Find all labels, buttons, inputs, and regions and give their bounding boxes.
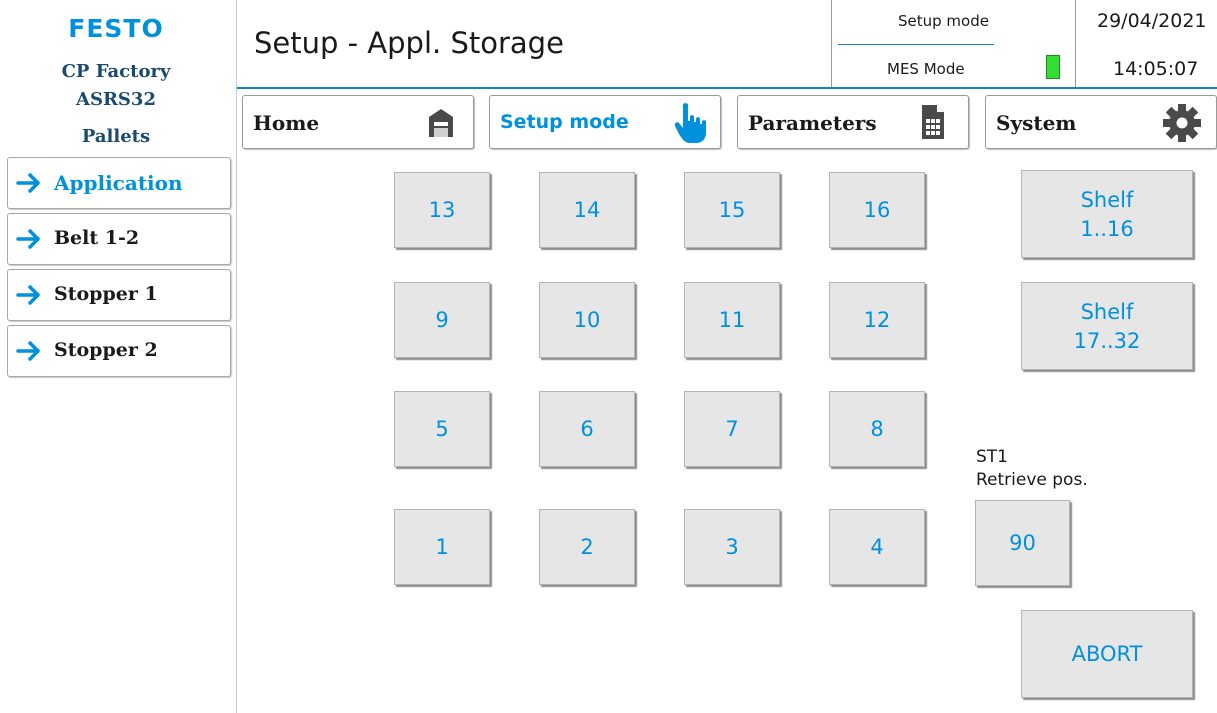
arrow-right-icon (16, 341, 40, 361)
position-button-15[interactable]: 15 (684, 172, 780, 248)
shelf-1-16-button[interactable]: Shelf 1..16 (1021, 170, 1193, 258)
position-button-1[interactable]: 1 (394, 509, 490, 585)
shelf-button-range: 17..32 (1073, 329, 1141, 353)
sidebar-item-stopper-2[interactable]: Stopper 2 (7, 325, 231, 377)
station-label: ST1 (976, 447, 1008, 467)
header-mode-divider (838, 44, 994, 45)
brand-panel: FESTO CP Factory ASRS32 Pallets (0, 0, 232, 150)
position-button-12[interactable]: 12 (829, 282, 925, 358)
shelf-button-range: 1..16 (1080, 217, 1134, 241)
position-button-6[interactable]: 6 (539, 391, 635, 467)
tab-label: Parameters (748, 111, 877, 135)
station-model: ASRS32 (76, 89, 156, 110)
position-button-16[interactable]: 16 (829, 172, 925, 248)
tab-setup-mode[interactable]: Setup mode (489, 95, 721, 149)
position-button-10[interactable]: 10 (539, 282, 635, 358)
abort-button[interactable]: ABORT (1021, 610, 1193, 698)
position-button-3[interactable]: 3 (684, 509, 780, 585)
header-underline (237, 87, 1217, 89)
position-button-8[interactable]: 8 (829, 391, 925, 467)
hand-pointer-icon (674, 103, 706, 143)
sidebar-item-stopper-1[interactable]: Stopper 1 (7, 269, 231, 321)
position-button-9[interactable]: 9 (394, 282, 490, 358)
arrow-right-icon (16, 229, 40, 249)
sidebar-item-belt-1-2[interactable]: Belt 1-2 (7, 213, 231, 265)
tab-label: System (996, 111, 1077, 135)
shelf-button-label: Shelf (1080, 300, 1134, 324)
tab-label: Home (253, 111, 320, 135)
festo-logo: FESTO (68, 14, 164, 43)
mes-status-indicator (1046, 55, 1060, 79)
arrow-right-icon (16, 285, 40, 305)
sidebar-item-label: Belt 1-2 (54, 227, 140, 249)
date-display: 29/04/2021 (1097, 10, 1207, 32)
document-icon (922, 105, 944, 139)
sidebar-item-label: Stopper 1 (54, 283, 158, 305)
position-button-4[interactable]: 4 (829, 509, 925, 585)
tab-label: Setup mode (500, 111, 629, 133)
station-name: CP Factory (61, 61, 171, 82)
sidebar-item-label: Application (54, 171, 183, 195)
tab-system[interactable]: System (985, 95, 1217, 149)
position-button-13[interactable]: 13 (394, 172, 490, 248)
position-button-11[interactable]: 11 (684, 282, 780, 358)
page-title: Setup - Appl. Storage (254, 26, 564, 60)
retrieve-position-button[interactable]: 90 (975, 500, 1070, 586)
gear-icon (1163, 104, 1201, 142)
retrieve-pos-label: Retrieve pos. (976, 470, 1088, 490)
home-icon (429, 109, 453, 137)
shelf-button-label: Shelf (1080, 188, 1134, 212)
mes-mode-text: MES Mode (887, 60, 965, 78)
position-button-14[interactable]: 14 (539, 172, 635, 248)
station-variant: Pallets (81, 126, 151, 147)
sidebar-item-label: Stopper 2 (54, 339, 158, 361)
tab-home[interactable]: Home (242, 95, 474, 149)
header-divider (1075, 0, 1076, 87)
position-button-7[interactable]: 7 (684, 391, 780, 467)
sidebar-item-application[interactable]: Application (7, 157, 231, 209)
header-divider (831, 0, 832, 87)
panel-divider (236, 0, 237, 713)
operating-mode-text: Setup mode (898, 12, 989, 30)
shelf-17-32-button[interactable]: Shelf 17..32 (1021, 282, 1193, 370)
tab-parameters[interactable]: Parameters (737, 95, 969, 149)
position-button-5[interactable]: 5 (394, 391, 490, 467)
position-button-2[interactable]: 2 (539, 509, 635, 585)
arrow-right-icon (16, 173, 40, 193)
time-display: 14:05:07 (1113, 58, 1199, 80)
